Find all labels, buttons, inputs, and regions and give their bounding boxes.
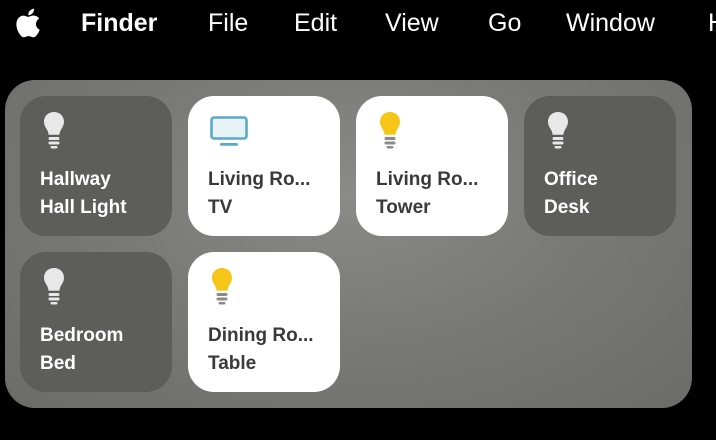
apple-logo-icon[interactable] [12, 7, 42, 39]
lightbulb-icon [380, 112, 400, 149]
tile-room-label: Office [544, 169, 598, 190]
menu-view[interactable]: View [385, 7, 439, 39]
tile-device-label: TV [208, 197, 233, 218]
tile-device-label: Tower [376, 197, 431, 218]
tile-living-room-tower[interactable]: Living Ro... Tower [356, 96, 508, 236]
menu-go[interactable]: Go [488, 7, 521, 39]
menu-file[interactable]: File [208, 7, 248, 39]
tile-office-desk[interactable]: Office Desk [524, 96, 676, 236]
home-accessories-panel: Hallway Hall Light Living Ro... TV Livin… [5, 80, 692, 408]
menu-finder[interactable]: Finder [81, 7, 157, 39]
tile-room-label: Bedroom [40, 325, 124, 346]
lightbulb-icon [44, 112, 64, 149]
lightbulb-icon [44, 268, 64, 305]
tile-room-label: Living Ro... [208, 169, 311, 190]
tile-bedroom-bed[interactable]: Bedroom Bed [20, 252, 172, 392]
tile-room-label: Living Ro... [376, 169, 479, 190]
menu-window[interactable]: Window [566, 7, 655, 39]
menu-help[interactable]: H [708, 7, 716, 39]
tile-living-room-tv[interactable]: Living Ro... TV [188, 96, 340, 236]
tile-hallway-hall-light[interactable]: Hallway Hall Light [20, 96, 172, 236]
tile-dining-room-table[interactable]: Dining Ro... Table [188, 252, 340, 392]
tile-device-label: Bed [40, 353, 76, 374]
tile-device-label: Desk [544, 197, 590, 218]
lightbulb-icon [548, 112, 568, 149]
menu-edit[interactable]: Edit [294, 7, 337, 39]
tv-icon [210, 116, 248, 146]
menu-bar: Finder File Edit View Go Window H [0, 0, 716, 46]
tile-device-label: Hall Light [40, 197, 127, 218]
tile-room-label: Hallway [40, 169, 111, 190]
lightbulb-icon [212, 268, 232, 305]
tile-device-label: Table [208, 353, 257, 374]
tile-room-label: Dining Ro... [208, 325, 314, 346]
